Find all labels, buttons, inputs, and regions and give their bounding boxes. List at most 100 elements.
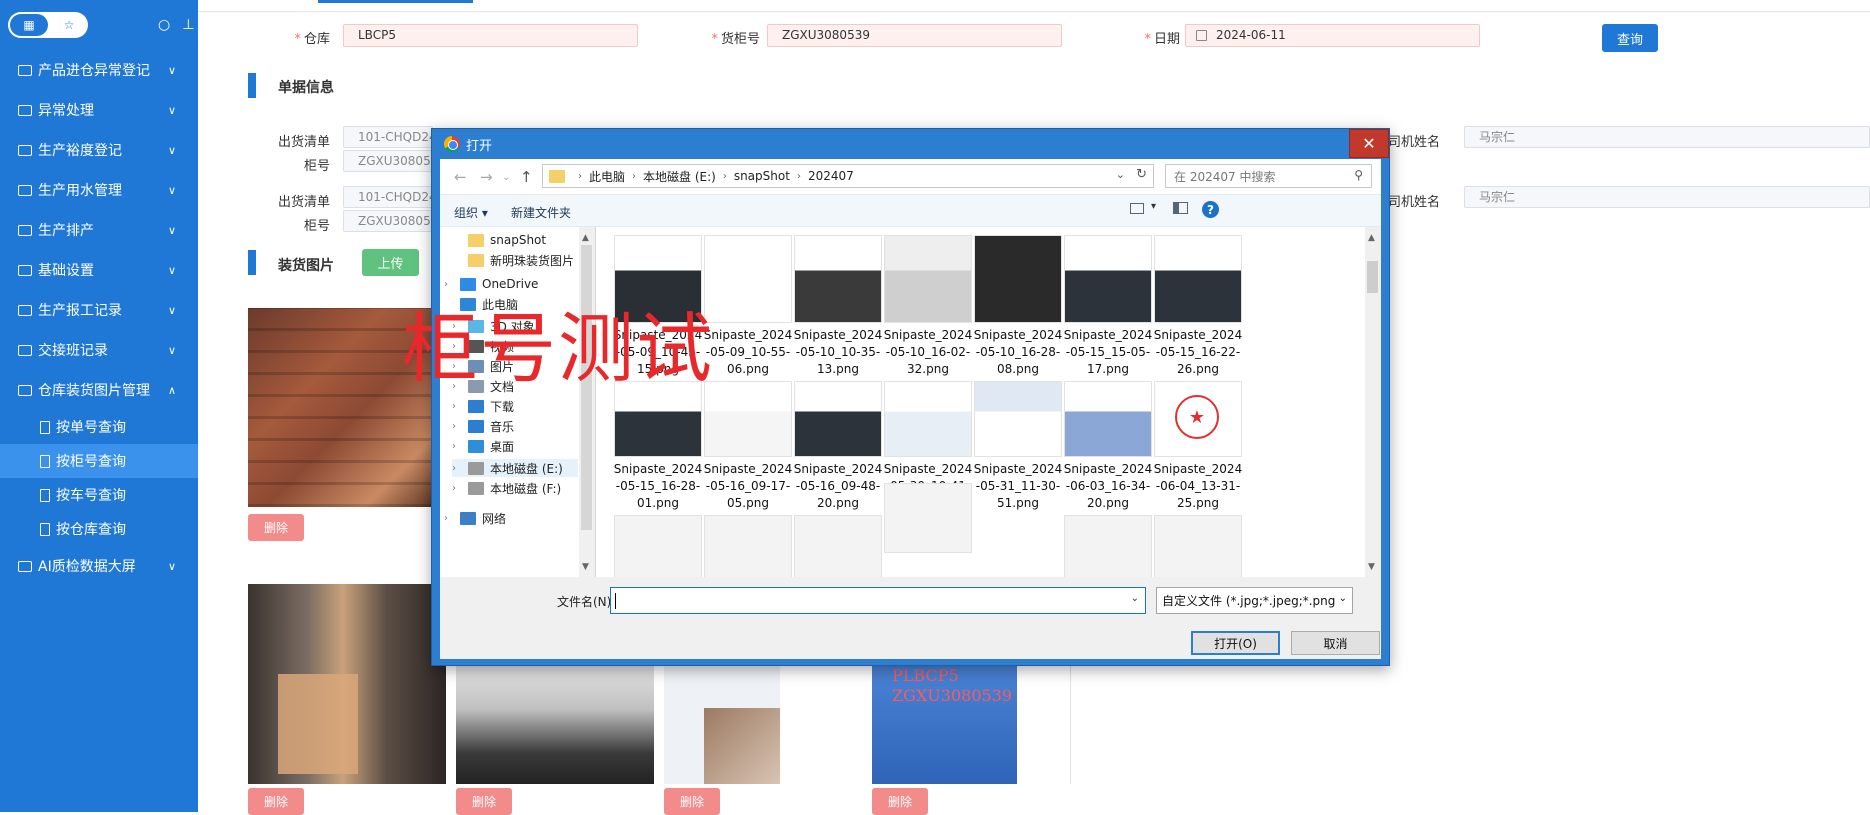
nav-tree-item[interactable]: › 网络 [444,509,578,527]
nav-tree-item[interactable]: › 本地磁盘 (E:) [452,459,578,477]
breadcrumb-separator-icon[interactable]: › [723,171,727,182]
open-button[interactable]: 打开(O) [1191,631,1280,655]
nav-tree-item[interactable]: › 音乐 [452,417,578,435]
address-bar[interactable]: › 此电脑 › 本地磁盘 (E:) › snapShot › 202407 ⌄ ↻ [542,164,1154,188]
sidebar-menu-item[interactable]: 产品进仓异常登记 ∨ [0,50,198,90]
container-input[interactable]: ZGXU3080539 [767,24,1062,47]
filename-dropdown-icon[interactable]: ⌄ [1131,593,1139,604]
file-item[interactable]: Snipaste_2024-05-15_15-05-17.png [1060,235,1156,378]
scroll-down-icon[interactable]: ▼ [582,562,589,572]
recent-dropdown-icon[interactable]: ⌄ [502,172,510,183]
sidebar-submenu-item[interactable]: 按仓库查询 [0,512,198,546]
delete-button[interactable]: 删除 [248,514,304,541]
breadcrumb-item[interactable]: 本地磁盘 (E:) [643,168,716,185]
expand-icon[interactable]: › [452,441,468,452]
file-grid-scrollbar[interactable]: ▲ ▼ [1365,227,1381,577]
sidebar-submenu-item[interactable]: 按柜号查询 [0,444,198,478]
shipping-list-input[interactable]: 101-CHQD24 [343,126,433,148]
sidebar-submenu-item[interactable]: 按单号查询 [0,410,198,444]
sidebar-menu-item[interactable]: 生产用水管理 ∨ [0,170,198,210]
nav-scrollbar[interactable]: ▲ ▼ [579,227,595,577]
close-icon[interactable]: ✕ [1349,129,1389,158]
query-button[interactable]: 查询 [1602,24,1658,52]
forward-icon[interactable]: → [480,168,493,186]
nav-tree-item[interactable]: snapShot [452,231,578,249]
delete-button[interactable]: 删除 [872,788,928,815]
back-icon[interactable]: ← [454,168,467,186]
scroll-up-icon[interactable]: ▲ [1368,233,1375,243]
file-item[interactable]: Snipaste_2024-05-10_10-35-13.png [790,235,886,378]
driver-name-input[interactable]: 马宗仁 [1464,126,1870,148]
expand-icon[interactable]: › [452,421,468,432]
loading-photo-3[interactable] [456,660,654,784]
expand-icon[interactable]: › [452,483,468,494]
help-icon[interactable]: ? [1202,201,1219,218]
warehouse-input[interactable]: LBCP5 [343,24,638,47]
search-icon[interactable]: ○ [158,17,170,33]
scroll-up-icon[interactable]: ▲ [582,233,589,243]
sidebar-menu-item[interactable]: AI质检数据大屏 ∨ [0,546,198,586]
up-icon[interactable]: ↑ [520,168,533,186]
breadcrumb-item[interactable]: snapShot [734,169,790,183]
delete-button[interactable]: 删除 [248,788,304,815]
file-item[interactable]: Snipaste_2024-06-03_16-34-20.png [1060,381,1156,512]
file-item[interactable]: Snipaste_2024-05-15_16-22-26.png [1150,235,1246,378]
image-thumbnail[interactable] [704,515,792,577]
folder-search-input[interactable]: 在 202407 中搜索 ⚲ [1165,164,1372,188]
loading-photo-5[interactable]: PLBCP5 ZGXU3080539 [872,660,1017,784]
delete-button[interactable]: 删除 [456,788,512,815]
file-item[interactable]: Snipaste_2024-05-16_09-48-20.png [790,381,886,512]
view-dropdown-icon[interactable]: ▾ [1151,201,1156,212]
breadcrumb-item[interactable]: 202407 [808,169,854,183]
nav-tree-item[interactable]: › 桌面 [452,437,578,455]
scroll-down-icon[interactable]: ▼ [1368,562,1375,572]
user-icon[interactable]: ⊥ [182,17,194,33]
loading-photo-2[interactable] [248,584,446,784]
grid-icon[interactable]: ▦ [10,14,48,36]
expand-icon[interactable]: › [452,463,468,474]
star-icon[interactable]: ☆ [50,12,88,38]
image-thumbnail[interactable] [884,483,972,553]
expand-icon[interactable]: › [444,513,460,524]
sidebar-menu-item[interactable]: 仓库装货图片管理 ∧ [0,370,198,410]
file-item[interactable]: Snipaste_2024-05-09_10-55-06.png [700,235,796,378]
image-thumbnail[interactable] [1154,515,1242,577]
refresh-icon[interactable]: ↻ [1136,167,1147,182]
sidebar-view-toggle[interactable]: ▦ ☆ [8,12,88,38]
file-item[interactable]: Snipaste_2024-05-15_16-28-01.png [610,381,706,512]
delete-button[interactable]: 删除 [664,788,720,815]
sidebar-menu-item[interactable]: 生产裕度登记 ∨ [0,130,198,170]
breadcrumb-separator-icon[interactable]: › [797,171,801,182]
scroll-thumb[interactable] [1367,261,1378,293]
file-item[interactable]: Snipaste_2024-05-31_11-30-51.png [970,381,1066,512]
date-input[interactable]: 2024-06-11 [1185,24,1480,47]
shipping-list-input[interactable]: 101-CHQD24 [343,186,433,208]
image-thumbnail[interactable] [794,515,882,577]
sidebar-submenu-item[interactable]: 按车号查询 [0,478,198,512]
container-no-input[interactable]: ZGXU308053 [343,150,433,172]
new-folder-button[interactable]: 新建文件夹 [511,204,571,221]
organize-menu[interactable]: 组织 ▾ [454,204,488,221]
address-dropdown-icon[interactable]: ⌄ [1116,168,1125,181]
nav-tree-item[interactable]: › 本地磁盘 (F:) [452,479,578,497]
cancel-button[interactable]: 取消 [1291,631,1380,655]
sidebar-menu-item[interactable]: 生产报工记录 ∨ [0,290,198,330]
preview-pane-icon[interactable] [1173,202,1188,214]
breadcrumb-separator-icon[interactable]: › [632,171,636,182]
sidebar-menu-item[interactable]: 基础设置 ∨ [0,250,198,290]
sidebar-menu-item[interactable]: 异常处理 ∨ [0,90,198,130]
filename-input[interactable]: ⌄ [610,587,1146,614]
sidebar-menu-item[interactable]: 生产排产 ∨ [0,210,198,250]
image-thumbnail[interactable] [614,515,702,577]
upload-button[interactable]: 上传 [362,249,419,276]
loading-photo-4[interactable] [664,660,780,784]
container-no-input[interactable]: ZGXU308053 [343,210,433,232]
image-thumbnail[interactable] [1064,515,1152,577]
nav-tree-item[interactable]: 新明珠装货图片 [452,251,578,269]
driver-name-input[interactable]: 马宗仁 [1464,186,1870,208]
file-item[interactable]: Snipaste_2024-05-10_16-02-32.png [880,235,976,378]
expand-icon[interactable]: › [452,401,468,412]
breadcrumb-separator-icon[interactable]: › [578,171,582,182]
file-item[interactable]: Snipaste_2024-05-16_09-17-05.png [700,381,796,512]
view-mode-icon[interactable] [1130,203,1144,214]
